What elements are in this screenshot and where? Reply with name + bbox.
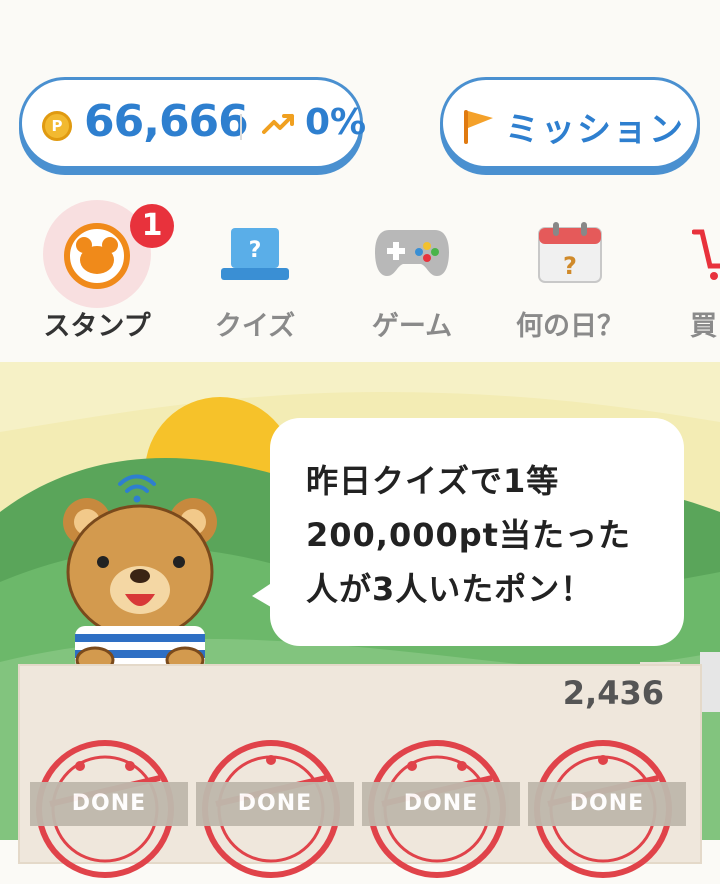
points-pill[interactable]: P 66,666 0% (19, 77, 367, 169)
trend-up-icon (262, 114, 294, 134)
speech-line-3: 人が3人いたポン！ (306, 570, 594, 608)
done-label: DONE (30, 782, 188, 826)
done-label: DONE (528, 782, 686, 826)
mission-button[interactable]: ミッション (440, 77, 700, 169)
nav-label-quiz: クイズ (214, 311, 296, 342)
nav-label-game: ゲーム (371, 311, 453, 342)
speech-line-2: 200,000pt当たった (306, 516, 631, 554)
flag-icon (464, 110, 493, 144)
stamp-count: 2,436 (562, 674, 664, 712)
done-label: DONE (362, 782, 520, 826)
nav-item-anniversary[interactable]: ? 何の日？ (495, 200, 645, 350)
svg-text:?: ? (563, 252, 577, 280)
speech-bubble: 昨日クイズで1等 200,000pt当たった 人が3人いたポン！ (270, 418, 684, 646)
cart-icon (692, 229, 720, 280)
points-value: 66,666 (84, 96, 249, 147)
svg-text:?: ? (249, 238, 262, 263)
stamp-board: 2,436 DONE DONE DONE DONE (18, 664, 702, 878)
quiz-hat-icon: ? (221, 228, 289, 280)
speech-line-1: 昨日クイズで1等 (306, 462, 560, 500)
done-label: DONE (196, 782, 354, 826)
trend-percent: 0% (305, 102, 367, 143)
divider (240, 114, 242, 140)
mission-label: ミッション (505, 110, 685, 150)
nav-item-quiz[interactable]: ? クイズ (180, 200, 330, 350)
gamepad-icon (375, 230, 449, 276)
nav-label-anniversary: 何の日？ (516, 311, 624, 342)
nav-item-game[interactable]: ゲーム (337, 200, 487, 350)
nav-label-shopping: 買い (690, 311, 717, 342)
bear-mascot (63, 498, 217, 670)
notification-badge: 1 (130, 204, 174, 248)
calendar-icon: ? (538, 222, 602, 283)
coin-icon: P (42, 111, 72, 141)
nav-item-shopping[interactable]: 買い (660, 200, 720, 350)
nav-label-stamp: スタンプ (43, 311, 151, 342)
